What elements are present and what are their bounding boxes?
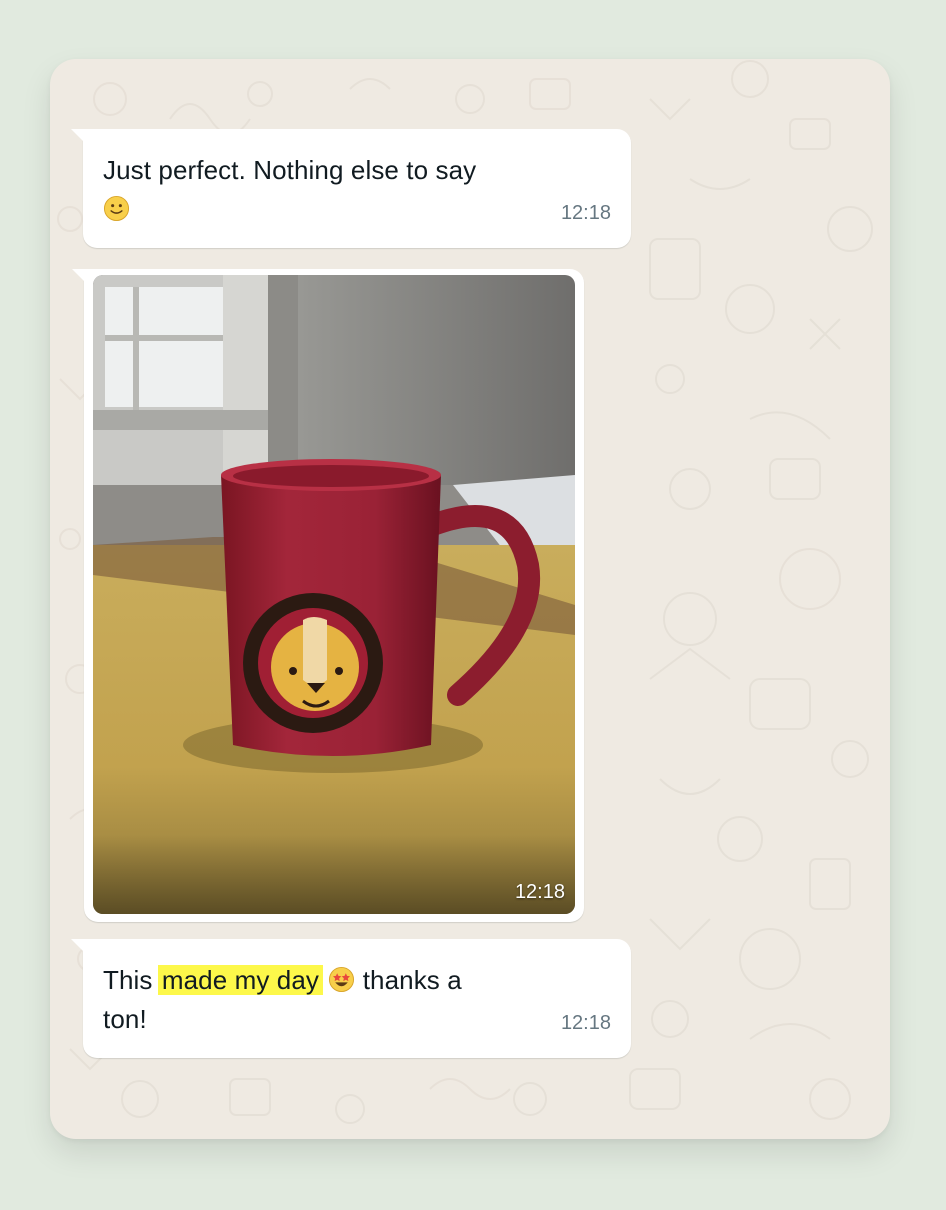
slightly-smiling-face-emoji <box>103 195 130 222</box>
message-time: 12:18 <box>560 1012 611 1034</box>
bubble-tail <box>72 269 86 283</box>
image-message-time: 12:18 <box>514 881 565 903</box>
highlighted-text: made my day <box>157 965 324 995</box>
message-text: This made my day thanks a ton! <box>103 961 503 1039</box>
red-mug-lion-photo[interactable]: 12:18 <box>93 275 575 914</box>
bubble-tail <box>71 129 85 143</box>
bubble-tail <box>71 939 85 953</box>
message-bubble[interactable]: Just perfect. Nothing else to say 12:18 <box>71 129 631 248</box>
image-message-bubble[interactable]: 12:18 <box>72 269 584 922</box>
star-struck-emoji <box>329 966 355 993</box>
message-time: 12:18 <box>560 202 611 224</box>
chat-panel: Just perfect. Nothing else to say 12:18 <box>50 59 890 1139</box>
message-bubble[interactable]: This made my day thanks a ton! 12:18 <box>71 939 631 1058</box>
message-text: Just perfect. Nothing else to say <box>103 151 503 229</box>
message-text-start: This <box>103 965 153 995</box>
